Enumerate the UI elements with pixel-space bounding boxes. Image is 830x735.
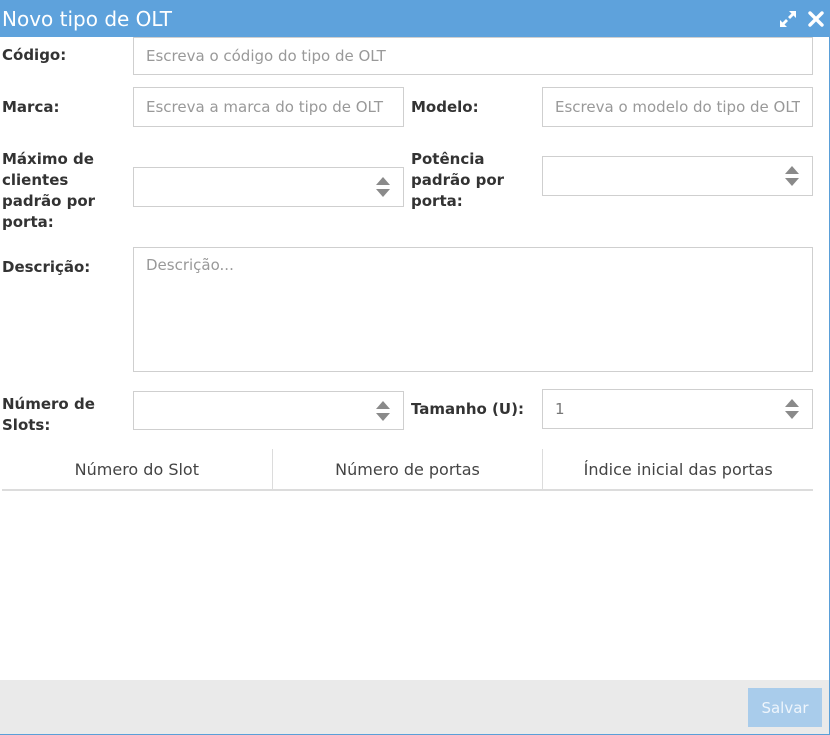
codigo-input[interactable] [134,38,812,74]
save-button[interactable]: Salvar [748,688,822,727]
column-header-numero-slot[interactable]: Número do Slot [2,449,273,489]
num-slots-field-wrapper [133,391,404,430]
potencia-label: Potência padrão por porta: [411,149,504,212]
codigo-field-wrapper [133,37,813,75]
close-icon[interactable] [805,8,827,30]
codigo-label: Código: [2,46,67,64]
max-clientes-label-line-1: Máximo de [2,150,94,168]
modelo-input[interactable] [543,88,812,126]
num-slots-label-line-1: Número de [2,395,95,413]
marca-input[interactable] [134,88,403,126]
dialog-footer: Salvar [0,680,829,734]
dialog-titlebar[interactable]: Novo tipo de OLT [0,0,830,37]
column-header-indice-inicial[interactable]: Índice inicial das portas [543,449,813,489]
num-slots-label-line-2: Slots: [2,416,51,434]
expand-icon[interactable] [777,8,799,30]
modelo-field-wrapper [542,87,813,127]
potencia-spinner-icon[interactable] [785,164,799,188]
marca-label: Marca: [2,98,60,116]
max-clientes-input[interactable] [134,168,403,206]
descricao-textarea[interactable] [134,248,812,371]
marca-field-wrapper [133,87,404,127]
num-slots-label: Número de Slots: [2,394,95,436]
tamanho-label: Tamanho (U): [411,400,524,418]
tamanho-spinner-icon[interactable] [785,397,799,421]
max-clientes-label-line-4: porta: [2,213,54,231]
dialog-title: Novo tipo de OLT [2,7,173,31]
potencia-label-line-2: padrão por [411,171,505,189]
max-clientes-field-wrapper [133,167,404,207]
max-clientes-spinner-icon[interactable] [376,175,390,199]
slots-table-header: Número do Slot Número de portas Índice i… [2,449,813,491]
potencia-input[interactable] [543,157,812,195]
max-clientes-label: Máximo de clientes padrão por porta: [2,149,95,233]
potencia-label-line-3: porta: [411,192,463,210]
num-slots-spinner-icon[interactable] [376,399,390,423]
descricao-field-wrapper [133,247,813,372]
descricao-label: Descrição: [2,258,91,276]
modelo-label: Modelo: [411,98,479,116]
num-slots-input[interactable] [134,392,403,429]
column-header-numero-portas[interactable]: Número de portas [273,449,544,489]
new-olt-type-dialog: Novo tipo de OLT Código: Marca: Modelo: … [0,0,830,735]
tamanho-field-wrapper [542,389,813,429]
potencia-field-wrapper [542,156,813,196]
max-clientes-label-line-2: clientes [2,171,69,189]
max-clientes-label-line-3: padrão por [2,192,96,210]
potencia-label-line-1: Potência [411,150,485,168]
tamanho-input[interactable] [543,390,812,428]
